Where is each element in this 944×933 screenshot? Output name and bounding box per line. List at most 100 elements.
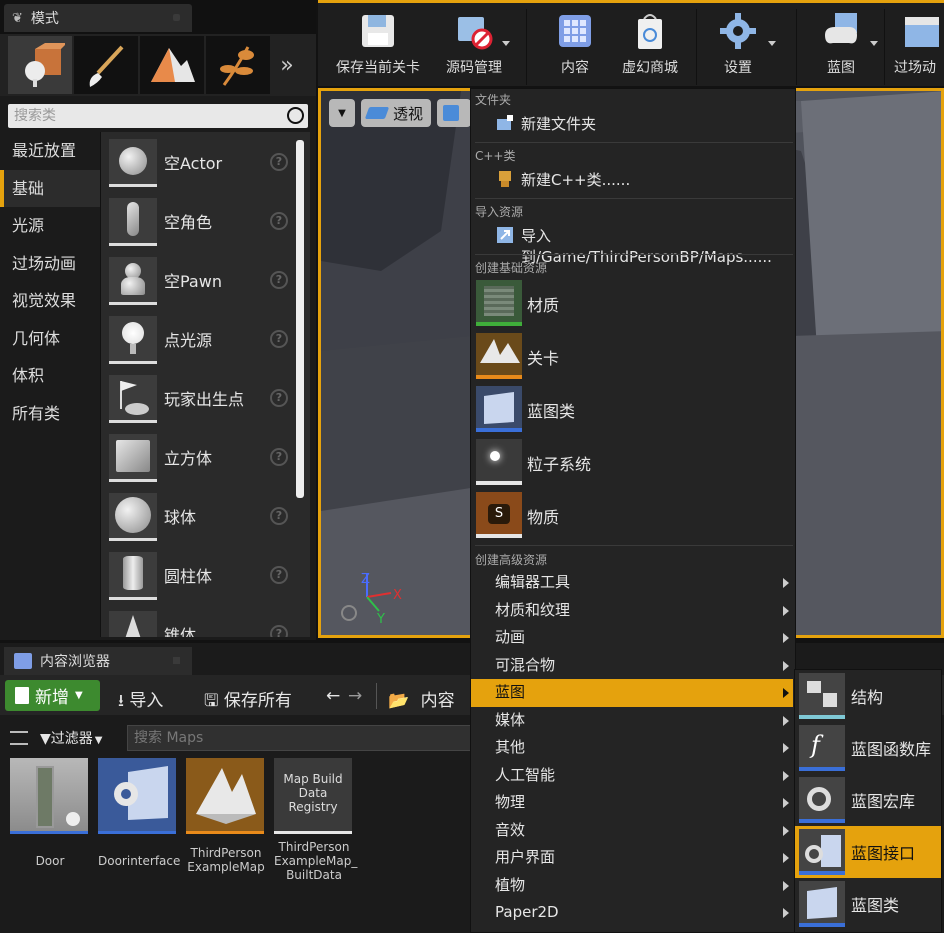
add-new-button[interactable]: 新增 ▼: [5, 680, 100, 711]
help-icon[interactable]: ?: [270, 211, 288, 230]
blueprints-dropdown-icon[interactable]: [870, 41, 878, 46]
section-import-heading: 导入资源: [475, 205, 524, 219]
cinematics-button[interactable]: 过场动: [894, 11, 944, 89]
category-lights[interactable]: 光源: [0, 207, 100, 245]
list-item[interactable]: 空角色?: [101, 191, 310, 250]
asset-tile[interactable]: Door: [10, 758, 90, 868]
tab-close-icon[interactable]: [173, 14, 180, 21]
viewport-options-button[interactable]: ▼: [329, 99, 355, 127]
new-cpp-class-item[interactable]: 新建C++类......: [471, 169, 795, 189]
menu-item-blueprints[interactable]: 蓝图: [471, 679, 793, 707]
category-all-classes[interactable]: 所有类: [0, 395, 100, 433]
settings-button[interactable]: 设置: [708, 11, 768, 89]
create-blueprint-class-item[interactable]: 蓝图类: [475, 385, 795, 433]
level-thumbnail: [186, 758, 264, 834]
structure-label: 结构: [851, 688, 884, 707]
save-level-button[interactable]: 保存当前关卡: [328, 11, 428, 89]
content-browser-tab[interactable]: 内容浏览器: [4, 647, 192, 675]
category-cinematic[interactable]: 过场动画: [0, 245, 100, 283]
source-control-button[interactable]: 源码管理: [434, 11, 514, 89]
category-geometry[interactable]: 几何体: [0, 320, 100, 358]
menu-item-paper2d[interactable]: Paper2D: [471, 899, 793, 927]
history-forward-button[interactable]: →: [348, 686, 362, 706]
menu-item-editor-utilities[interactable]: 编辑器工具: [471, 569, 793, 597]
menu-item-media[interactable]: 媒体: [471, 707, 793, 735]
help-icon[interactable]: ?: [270, 565, 288, 584]
help-icon[interactable]: ?: [270, 506, 288, 525]
cube-icon: [443, 105, 459, 121]
lit-mode-button[interactable]: [437, 99, 471, 127]
menu-item-materials-textures[interactable]: 材质和纹理: [471, 597, 793, 625]
create-substance-item[interactable]: S 物质: [475, 491, 795, 539]
filters-button[interactable]: ▼过滤器 ▼: [40, 728, 102, 748]
list-item[interactable]: 点光源?: [101, 309, 310, 368]
sources-toggle-icon[interactable]: [10, 731, 28, 745]
create-particle-system-item[interactable]: 粒子系统: [475, 438, 795, 486]
modes-tab[interactable]: ❦ 模式: [4, 4, 192, 32]
new-folder-icon: [495, 113, 515, 133]
create-level-item[interactable]: 关卡: [475, 332, 795, 380]
menu-item-sounds[interactable]: 音效: [471, 817, 793, 845]
help-icon[interactable]: ?: [270, 388, 288, 407]
create-material-item[interactable]: 材质: [475, 279, 795, 327]
blueprints-button[interactable]: 蓝图: [812, 11, 870, 89]
menu-item-physics[interactable]: 物理: [471, 789, 793, 817]
source-control-dropdown-icon[interactable]: [502, 41, 510, 46]
help-icon[interactable]: ?: [270, 624, 288, 637]
settings-dropdown-icon[interactable]: [768, 41, 776, 46]
menu-item-foliage[interactable]: 植物: [471, 872, 793, 900]
more-modes-icon[interactable]: »: [272, 36, 302, 94]
asset-search-input[interactable]: 搜索 Maps: [127, 725, 477, 751]
foliage-mode-button[interactable]: [206, 36, 270, 94]
create-blueprint-interface-item[interactable]: 蓝图接口: [795, 826, 941, 878]
place-mode-button[interactable]: [8, 36, 72, 94]
list-item[interactable]: 空Pawn?: [101, 250, 310, 309]
landscape-mode-button[interactable]: [140, 36, 204, 94]
category-visual-effects[interactable]: 视觉效果: [0, 282, 100, 320]
menu-item-label: 蓝图: [495, 683, 526, 701]
menu-item-artificial-intelligence[interactable]: 人工智能: [471, 762, 793, 790]
view-mode-button[interactable]: 透视: [361, 99, 431, 127]
tab-close-icon[interactable]: [173, 657, 180, 664]
import-to-item[interactable]: 导入到/Game/ThirdPersonBP/Maps......: [471, 225, 795, 266]
help-icon[interactable]: ?: [270, 329, 288, 348]
asset-tile[interactable]: Map Build Data Registry ThirdPerson Exam…: [274, 758, 357, 882]
class-search-input[interactable]: 搜索类: [8, 104, 308, 128]
save-all-button[interactable]: 🖫 保存所有: [204, 686, 292, 717]
category-volumes[interactable]: 体积: [0, 357, 100, 395]
help-icon[interactable]: ?: [270, 270, 288, 289]
help-icon[interactable]: ?: [270, 152, 288, 171]
list-item[interactable]: 锥体?: [101, 604, 310, 637]
section-folder-heading: 文件夹: [475, 93, 512, 107]
menu-item-blendables[interactable]: 可混合物: [471, 652, 793, 680]
create-function-library-item[interactable]: f 蓝图函数库: [795, 722, 941, 774]
content-button[interactable]: 内容: [540, 11, 610, 89]
menu-item-animation[interactable]: 动画: [471, 624, 793, 652]
cube-icon: [109, 434, 157, 482]
asset-tile[interactable]: Doorinterface: [98, 758, 180, 868]
list-item[interactable]: 空Actor?: [101, 132, 310, 191]
marketplace-button[interactable]: 虚幻商城: [610, 11, 690, 89]
asset-tile[interactable]: ThirdPerson ExampleMap: [186, 758, 266, 874]
category-recent[interactable]: 最近放置: [0, 132, 100, 170]
path-breadcrumb[interactable]: 📂 内容: [388, 686, 455, 711]
paint-mode-button[interactable]: [74, 36, 138, 94]
menu-item-miscellaneous[interactable]: 其他: [471, 734, 793, 762]
category-basic[interactable]: 基础: [0, 169, 100, 207]
list-item[interactable]: 球体?: [101, 486, 310, 545]
list-item[interactable]: 玩家出生点?: [101, 368, 310, 427]
create-blueprint-class-submenu-item[interactable]: 蓝图类: [795, 878, 941, 930]
help-icon[interactable]: ?: [270, 447, 288, 466]
content-grid-icon: [559, 15, 591, 47]
import-button[interactable]: ⭳ 导入: [118, 686, 163, 717]
history-back-button[interactable]: ←: [326, 686, 340, 706]
blueprint-gamepad-icon: [825, 13, 857, 44]
create-structure-item[interactable]: 结构: [795, 670, 941, 722]
create-macro-library-item[interactable]: 蓝图宏库: [795, 774, 941, 826]
new-folder-item[interactable]: 新建文件夹: [471, 113, 795, 133]
item-list-scrollbar[interactable]: [296, 140, 304, 498]
list-item[interactable]: 圆柱体?: [101, 545, 310, 604]
list-item[interactable]: 立方体?: [101, 427, 310, 486]
modes-panel: ❦ 模式 » 搜索类 最近放置 基础 光源 过场动画 视觉效果 几何体 体积 所…: [0, 0, 316, 640]
menu-item-user-interface[interactable]: 用户界面: [471, 844, 793, 872]
